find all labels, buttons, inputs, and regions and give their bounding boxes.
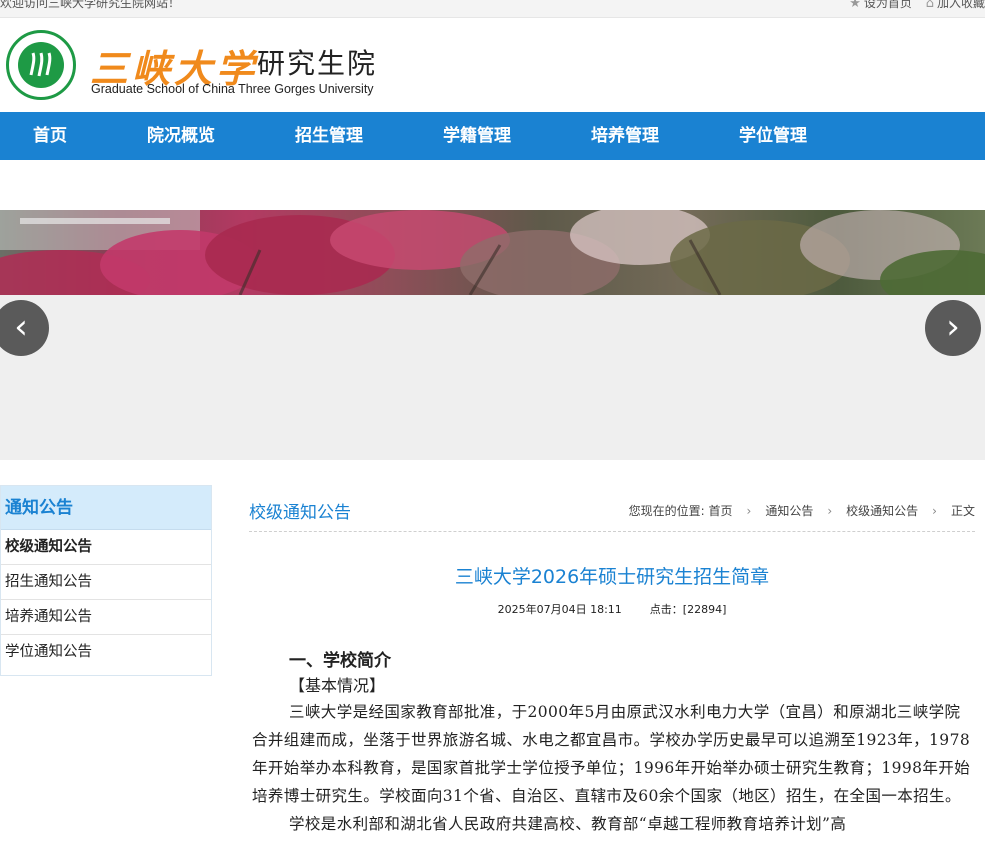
- school-name-en: Graduate School of China Three Gorges Un…: [91, 82, 374, 96]
- chevron-right-icon: ›: [946, 307, 960, 347]
- university-seal-logo[interactable]: [6, 30, 76, 100]
- breadcrumb: 您现在的位置: 首页 › 通知公告 › 校级通知公告 › 正文: [629, 502, 975, 519]
- nav-item-admissions[interactable]: 招生管理: [295, 112, 363, 160]
- top-links: ★ 设为首页 ⌂ 加入收藏: [839, 0, 985, 11]
- sidebar-item-school-notices[interactable]: 校级通知公告: [1, 530, 211, 565]
- welcome-text: 欢迎访问三峡大学研究生院网站！: [0, 0, 181, 10]
- chevron-left-icon: ‹: [14, 307, 28, 347]
- content-header: 校级通知公告 您现在的位置: 首页 › 通知公告 › 校级通知公告 › 正文: [249, 495, 975, 532]
- main-nav: 首页 院况概览 招生管理 学籍管理 培养管理 学位管理: [0, 112, 985, 160]
- article-paragraph: 三峡大学是经国家教育部批准，于2000年5月由原武汉水利电力大学（宜昌）和原湖北…: [252, 703, 971, 805]
- nav-item-degree[interactable]: 学位管理: [739, 112, 807, 160]
- breadcrumb-prefix: 您现在的位置:: [628, 504, 705, 518]
- article-meta: 2025年07月04日 18:11 点击：[22894]: [249, 601, 975, 617]
- breadcrumb-notices[interactable]: 通知公告: [765, 504, 813, 518]
- sidebar-item-degree-notices[interactable]: 学位通知公告: [1, 635, 211, 670]
- sidebar-item-admission-notices[interactable]: 招生通知公告: [1, 565, 211, 600]
- sidebar: 通知公告 校级通知公告 招生通知公告 培养通知公告 学位通知公告: [0, 485, 212, 676]
- set-home-label: 设为首页: [863, 0, 912, 10]
- article-paragraph: 学校是水利部和湖北省人民政府共建高校、教育部“卓越工程师教育培养计划”高: [289, 815, 847, 833]
- breadcrumb-home[interactable]: 首页: [709, 504, 733, 518]
- flowering-trees-photo: [0, 210, 985, 295]
- breadcrumb-separator: ›: [827, 504, 833, 518]
- school-name-cn: 研究生院: [257, 47, 378, 80]
- add-favorite-link[interactable]: ⌂ 加入收藏: [925, 0, 985, 11]
- article-clicks: 点击：[22894]: [649, 603, 727, 616]
- sidebar-title: 通知公告: [1, 486, 211, 530]
- top-bar: 欢迎访问三峡大学研究生院网站！ ★ 设为首页 ⌂ 加入收藏: [0, 0, 985, 18]
- article-heading-intro: 一、学校简介: [289, 651, 391, 671]
- add-favorite-label: 加入收藏: [936, 0, 985, 10]
- nav-item-training[interactable]: 培养管理: [591, 112, 659, 160]
- waves-icon: [29, 52, 52, 77]
- sidebar-item-training-notices[interactable]: 培养通知公告: [1, 600, 211, 635]
- star-icon: ★: [849, 0, 861, 11]
- breadcrumb-separator: ›: [746, 504, 752, 518]
- banner-carousel: ‹ ›: [0, 160, 985, 460]
- breadcrumb-separator: ›: [932, 504, 937, 518]
- nav-item-home[interactable]: 首页: [33, 112, 67, 160]
- carousel-prev-button[interactable]: ‹: [0, 300, 49, 356]
- article-body: 一、学校简介 【基本情况】 三峡大学是经国家教育部批准，于2000年5月由原武汉…: [252, 648, 974, 838]
- nav-item-student-status[interactable]: 学籍管理: [443, 112, 511, 160]
- site-header: 三峡大学 研究生院 Graduate School of China Three…: [0, 18, 985, 112]
- carousel-next-button[interactable]: ›: [925, 300, 981, 356]
- home-icon: ⌂: [925, 0, 934, 11]
- set-home-link[interactable]: ★ 设为首页: [849, 0, 912, 11]
- article-title: 三峡大学2026年硕士研究生招生简章: [454, 566, 770, 588]
- breadcrumb-school-notices[interactable]: 校级通知公告: [846, 504, 918, 518]
- nav-item-overview[interactable]: 院况概览: [147, 112, 215, 160]
- article-date: 2025年07月04日 18:11: [497, 603, 622, 616]
- breadcrumb-current: 正文: [950, 504, 975, 518]
- article-subheading-basic: 【基本情况】: [289, 676, 386, 695]
- banner-photo: [0, 210, 985, 295]
- section-title: 校级通知公告: [249, 503, 351, 523]
